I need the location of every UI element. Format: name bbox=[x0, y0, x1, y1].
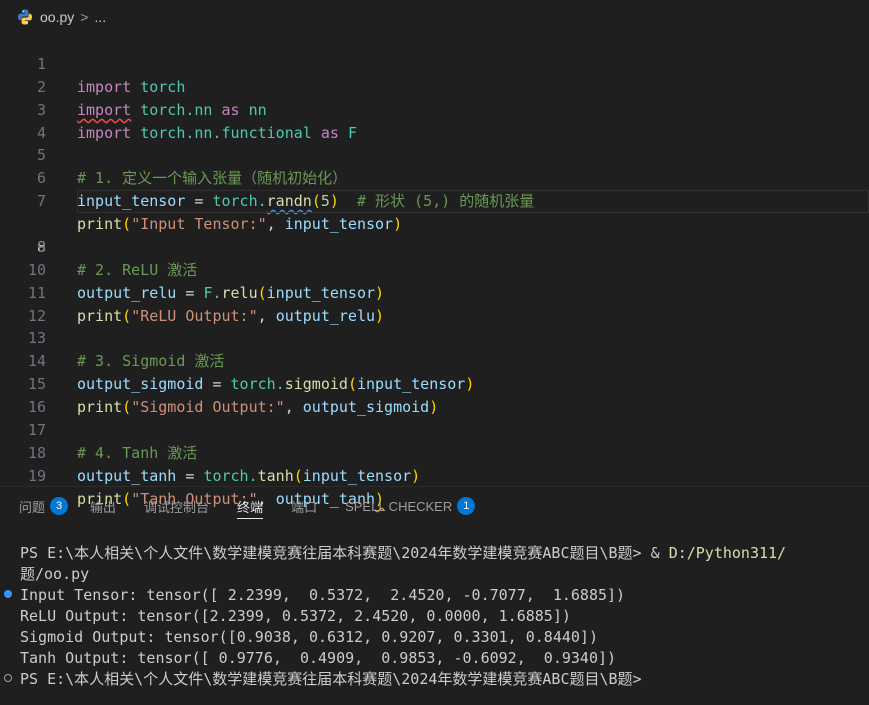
code-line: 19 print("Tanh Output:", output_tanh) bbox=[0, 442, 869, 508]
breadcrumb-file[interactable]: oo.py bbox=[40, 9, 74, 25]
tab-debug-console[interactable]: 调试控制台 bbox=[144, 490, 209, 522]
token: input_tensor bbox=[302, 467, 412, 485]
terminal-line: ReLU Output: tensor([2.2399, 0.5372, 2.4… bbox=[20, 607, 571, 625]
code-line-current: 8 bbox=[0, 190, 869, 256]
terminal[interactable]: PS E:\本人相关\个人文件\数学建模竞赛往届本科赛题\2024年数学建模竞赛… bbox=[0, 540, 869, 705]
code-line: 13 # 3. Sigmoid 激活 bbox=[0, 304, 869, 370]
code-line: 10 output_relu = F.relu(input_tensor) bbox=[0, 236, 869, 302]
tab-label: 输出 bbox=[90, 499, 117, 515]
tab-spell-checker[interactable]: SPELL CHECKER 1 bbox=[345, 490, 476, 522]
tab-problems[interactable]: 问题 3 bbox=[19, 490, 69, 522]
code-line: 16 bbox=[0, 373, 869, 416]
code-line: 5 # 1. 定义一个输入张量（随机初始化） bbox=[0, 121, 869, 187]
tab-label: 调试控制台 bbox=[144, 499, 210, 515]
breadcrumb-more[interactable]: ... bbox=[94, 9, 106, 25]
panel-tabs: 问题 3 输出 调试控制台 终端 端口 SPELL CHECKER 1 bbox=[0, 490, 869, 522]
token: output_tanh bbox=[77, 467, 177, 485]
code-line: 11 print("ReLU Output:", output_relu) bbox=[0, 259, 869, 325]
tab-ports[interactable]: 端口 bbox=[291, 490, 317, 522]
code-line: 3 import torch.nn.functional as F bbox=[0, 76, 869, 142]
chevron-right-icon: > bbox=[80, 9, 89, 25]
code-line: 15 print("Sigmoid Output:", output_sigmo… bbox=[0, 350, 869, 416]
code-line: 4 bbox=[0, 99, 869, 142]
terminal-line: Input Tensor: tensor([ 2.2399, 0.5372, 2… bbox=[20, 586, 626, 604]
command-idle-dot-icon[interactable] bbox=[4, 674, 12, 682]
tab-label: SPELL CHECKER bbox=[345, 498, 453, 514]
terminal-line: PS E:\本人相关\个人文件\数学建模竞赛往届本科赛题\2024年数学建模竞赛… bbox=[20, 543, 786, 564]
code-line: 12 bbox=[0, 282, 869, 325]
tab-terminal[interactable]: 终端 bbox=[237, 490, 264, 522]
code-line: 17 # 4. Tanh 激活 bbox=[0, 396, 869, 462]
code-line: 18 output_tanh = torch.tanh(input_tensor… bbox=[0, 419, 869, 485]
tab-label: 问题 bbox=[19, 499, 46, 515]
code-line: 6 input_tensor = torch.randn(5) # 形状 (5,… bbox=[0, 144, 869, 210]
code-line: 7 print("Input Tensor:", input_tensor) bbox=[0, 167, 869, 233]
command-success-dot-icon[interactable] bbox=[4, 590, 12, 598]
code-line: 14 output_sigmoid = torch.sigmoid(input_… bbox=[0, 327, 869, 393]
panel-divider[interactable] bbox=[0, 486, 869, 487]
tab-label: 终端 bbox=[237, 499, 264, 515]
terminal-command-path: D:/Python311/ bbox=[668, 544, 787, 562]
python-icon bbox=[18, 9, 32, 25]
tab-label: 端口 bbox=[291, 499, 318, 515]
token: tanh bbox=[257, 467, 294, 485]
breadcrumb: oo.py > ... bbox=[0, 0, 869, 34]
terminal-prompt: PS E:\本人相关\个人文件\数学建模竞赛往届本科赛题\2024年数学建模竞赛… bbox=[20, 670, 642, 688]
code-line: 1 import torch bbox=[0, 30, 869, 96]
tab-output[interactable]: 输出 bbox=[90, 490, 116, 522]
code-line: 2 import torch.nn as nn bbox=[0, 53, 869, 119]
token: = bbox=[176, 467, 204, 485]
terminal-line: 题/oo.py bbox=[20, 565, 90, 583]
code-editor[interactable]: 1 import torch 2 import torch.nn as nn 3… bbox=[0, 30, 869, 508]
token: torch. bbox=[203, 467, 258, 485]
problems-count-badge: 3 bbox=[50, 497, 69, 515]
terminal-line: Tanh Output: tensor([ 0.9776, 0.4909, 0.… bbox=[20, 649, 617, 667]
line-number: 19 bbox=[27, 467, 46, 485]
spell-checker-count-badge: 1 bbox=[457, 497, 476, 515]
current-line-highlight bbox=[77, 190, 869, 213]
terminal-line: Sigmoid Output: tensor([0.9038, 0.6312, … bbox=[20, 628, 598, 646]
terminal-prompt: PS E:\本人相关\个人文件\数学建模竞赛往届本科赛题\2024年数学建模竞赛… bbox=[20, 544, 669, 562]
code-line: 9 # 2. ReLU 激活 bbox=[0, 213, 869, 279]
